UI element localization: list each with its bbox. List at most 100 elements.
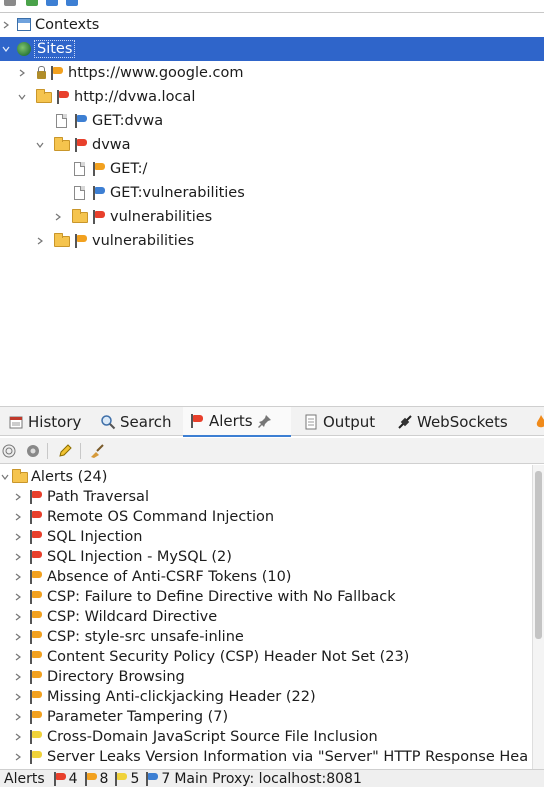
page-icon [56, 114, 67, 128]
low-alert-flag-icon [30, 730, 42, 744]
alert-item[interactable]: Directory Browsing [12, 667, 185, 687]
status-high-alerts: 4 [53, 771, 78, 787]
alert-item[interactable]: CSP: Wildcard Directive [12, 607, 217, 627]
tab-label: Output [323, 413, 376, 431]
chevron-down-icon[interactable] [0, 465, 10, 489]
fire-icon [533, 414, 544, 430]
folder-icon [54, 137, 70, 151]
edit-pencil-icon[interactable] [56, 442, 74, 460]
pin-icon[interactable] [257, 413, 273, 429]
low-alert-count: 5 [130, 770, 140, 787]
bottom-tab-strip: History Search Alerts Output WebSockets [0, 406, 544, 437]
filter-icon[interactable] [0, 442, 18, 460]
tab-output[interactable]: Output [299, 407, 379, 437]
status-low-alerts: 5 [114, 771, 139, 787]
high-alert-flag-icon [93, 210, 105, 224]
output-icon [303, 414, 319, 430]
alerts-scrollbar[interactable] [532, 465, 544, 769]
history-icon [8, 414, 24, 430]
alerts-root-node[interactable]: Alerts (24) [0, 467, 107, 487]
tree-node-label: http://dvwa.local [74, 89, 196, 105]
target-icon[interactable] [4, 0, 16, 6]
scrollbar-thumb[interactable] [535, 471, 542, 639]
tab-websockets[interactable]: WebSockets [393, 407, 512, 437]
alert-item[interactable]: Parameter Tampering (7) [12, 707, 228, 727]
alert-item-label: Parameter Tampering (7) [47, 709, 229, 725]
alert-item[interactable]: Missing Anti-clickjacking Header (22) [12, 687, 316, 707]
folder-icon [54, 233, 70, 247]
tree-node-contexts[interactable]: Contexts [0, 13, 544, 37]
alert-item[interactable]: SQL Injection - MySQL (2) [12, 547, 232, 567]
alert-item[interactable]: Remote OS Command Injection [12, 507, 274, 527]
alert-item[interactable]: Server Leaks Version Information via "Se… [12, 747, 528, 767]
add-icon[interactable] [26, 0, 38, 6]
tree-node-request[interactable]: GET:/ [72, 157, 147, 181]
tree-node-request[interactable]: GET:vulnerabilities [72, 181, 245, 205]
search-icon [100, 414, 116, 430]
tab-alerts[interactable]: Alerts [183, 407, 291, 437]
tree-node-folder[interactable]: vulnerabilities [34, 229, 194, 253]
chevron-right-icon[interactable] [16, 61, 28, 85]
tree-node-label: vulnerabilities [92, 233, 195, 249]
chevron-down-icon[interactable] [34, 133, 46, 157]
alert-item-label: Directory Browsing [47, 669, 185, 685]
medium-alert-flag-icon [51, 66, 63, 80]
lock-icon [37, 66, 46, 79]
tree-node-label: GET:vulnerabilities [110, 185, 245, 201]
alert-item-label: Absence of Anti-CSRF Tokens (10) [47, 569, 292, 585]
alert-item-label: Server Leaks Version Information via "Se… [47, 749, 529, 765]
tree-node-label: Sites [33, 40, 76, 58]
scope-icon[interactable] [24, 442, 42, 460]
sites-icon[interactable] [46, 0, 58, 6]
alert-flag-icon [189, 413, 205, 429]
alert-item[interactable]: Absence of Anti-CSRF Tokens (10) [12, 567, 291, 587]
alert-item-label: Path Traversal [47, 489, 149, 505]
layout-icon[interactable] [66, 0, 78, 6]
chevron-right-icon[interactable] [34, 229, 46, 253]
alert-item[interactable]: CSP: Failure to Define Directive with No… [12, 587, 396, 607]
high-alert-flag-icon [30, 510, 42, 524]
toolbar-separator [47, 443, 48, 459]
sites-toolbar [0, 0, 544, 13]
alert-item-label: Cross-Domain JavaScript Source File Incl… [47, 729, 378, 745]
alert-item-label: Content Security Policy (CSP) Header Not… [47, 649, 410, 665]
tab-search[interactable]: Search [96, 407, 176, 437]
tree-node-sites[interactable]: Sites [0, 37, 544, 61]
alert-item[interactable]: Cross-Domain JavaScript Source File Incl… [12, 727, 378, 747]
alert-item-label: Missing Anti-clickjacking Header (22) [47, 689, 316, 705]
status-info-alerts: 7 [145, 771, 170, 787]
websockets-icon [397, 414, 413, 430]
info-alert-flag-icon [146, 771, 159, 786]
tree-node-site[interactable]: http://dvwa.local [16, 85, 195, 109]
low-alert-flag-icon [115, 771, 128, 786]
tree-node-request[interactable]: GET:dvwa [54, 109, 163, 133]
chevron-right-icon[interactable] [12, 745, 24, 769]
alert-item-label: SQL Injection - MySQL (2) [47, 549, 232, 565]
high-alert-flag-icon [75, 138, 87, 152]
tree-node-label: GET:/ [110, 161, 148, 177]
medium-alert-count: 8 [99, 770, 109, 787]
chevron-down-icon[interactable] [0, 37, 12, 61]
alerts-toolbar [0, 438, 544, 464]
chevron-right-icon[interactable] [0, 13, 12, 37]
alert-item[interactable]: CSP: style-src unsafe-inline [12, 627, 244, 647]
tree-node-folder[interactable]: vulnerabilities [52, 205, 212, 229]
tab-label: Alerts [209, 412, 253, 430]
high-alert-count: 4 [68, 770, 78, 787]
tab-overflow[interactable] [533, 407, 544, 437]
tree-node-label: GET:dvwa [92, 113, 164, 129]
alert-item[interactable]: SQL Injection [12, 527, 142, 547]
sites-tree-panel: Contexts Sites https://www.google.com ht… [0, 0, 544, 398]
chevron-down-icon[interactable] [16, 85, 28, 109]
medium-alert-flag-icon [30, 710, 42, 724]
tree-node-site[interactable]: https://www.google.com [16, 61, 244, 85]
medium-alert-flag-icon [30, 670, 42, 684]
tab-label: WebSockets [417, 413, 508, 431]
broom-icon[interactable] [88, 442, 106, 460]
alerts-tree: Alerts (24) Path Traversal Remote OS Comm… [0, 465, 532, 769]
chevron-right-icon[interactable] [52, 205, 64, 229]
alert-item[interactable]: Content Security Policy (CSP) Header Not… [12, 647, 409, 667]
tree-node-folder[interactable]: dvwa [34, 133, 131, 157]
alert-item[interactable]: Path Traversal [12, 487, 149, 507]
tab-history[interactable]: History [4, 407, 85, 437]
